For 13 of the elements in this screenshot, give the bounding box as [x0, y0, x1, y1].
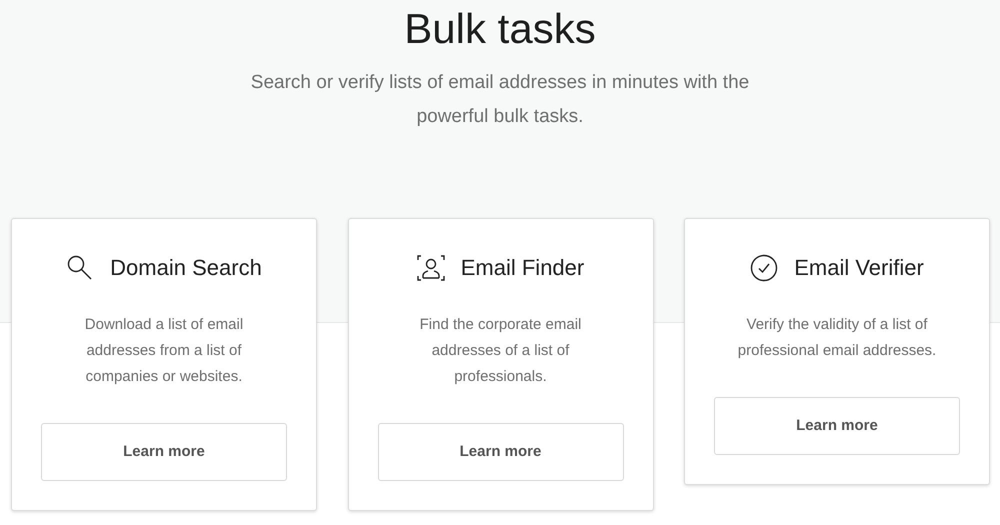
card-description: Download a list of email addresses from a list of companies or websites. — [84, 315, 244, 387]
check-circle-icon — [750, 254, 778, 282]
card-description: Find the corporate email addresses of a list of professionals. — [418, 315, 582, 387]
card-title: Email Finder — [460, 254, 584, 282]
page-title: Bulk tasks — [403, 4, 597, 54]
page-subtitle: Search or verify lists of email addresses in minutes with the powerful bulk tasks. — [250, 71, 750, 129]
person-frame-icon — [416, 254, 445, 282]
learn-more-button[interactable]: Learn more — [378, 423, 624, 481]
card-title: Email Verifier — [794, 254, 924, 282]
card-title: Domain Search — [110, 254, 262, 282]
learn-more-button[interactable]: Learn more — [41, 423, 287, 481]
learn-more-button[interactable]: Learn more — [714, 397, 960, 455]
card-description: Verify the validity of a list of professional email addresses. — [736, 315, 938, 361]
